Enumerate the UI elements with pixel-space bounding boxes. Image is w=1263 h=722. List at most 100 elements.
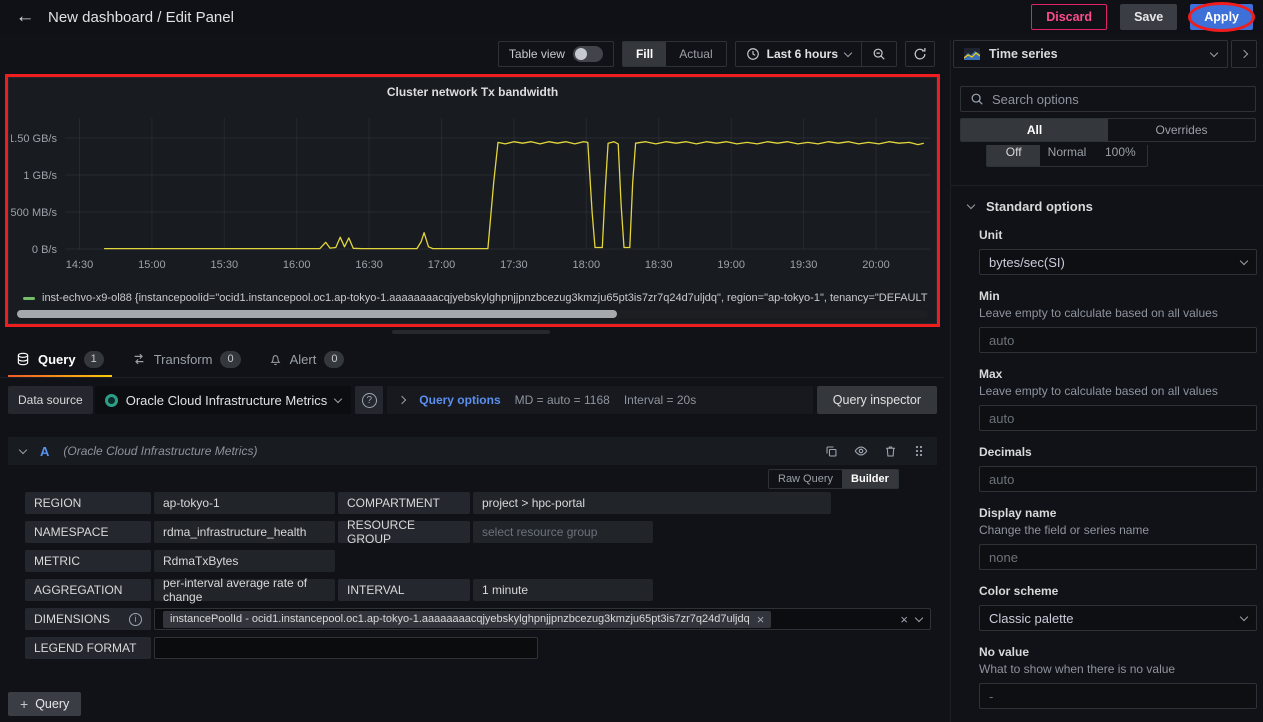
zoom-out-button[interactable]	[862, 42, 896, 66]
bell-icon	[269, 353, 282, 366]
option-off[interactable]: Off	[987, 145, 1040, 166]
panel-toolbar: Table view Fill Actual Last 6 hours	[0, 40, 944, 68]
tab-transform[interactable]: Transform 0	[132, 346, 241, 372]
query-count-badge: 1	[84, 351, 104, 368]
tab-query-label: Query	[38, 352, 76, 367]
chevron-down-icon	[1240, 612, 1248, 620]
display-name-field: Display name Change the field or series …	[979, 506, 1257, 570]
fill-actual-group: Fill Actual	[622, 41, 727, 67]
decimals-input[interactable]	[979, 466, 1257, 492]
display-name-description: Change the field or series name	[979, 523, 1257, 537]
time-range-label: Last 6 hours	[767, 47, 838, 61]
dimensions-label: DIMENSIONS i	[25, 608, 151, 630]
builder-option[interactable]: Builder	[842, 470, 898, 488]
query-row-header[interactable]: A (Oracle Cloud Infrastructure Metrics)	[8, 437, 937, 465]
pane-resize-handle[interactable]	[392, 330, 550, 334]
chart-panel: Cluster network Tx bandwidth 14:3015:001…	[8, 77, 937, 324]
query-options-toggle[interactable]: Query options	[419, 393, 500, 407]
delete-query-button[interactable]	[884, 445, 897, 458]
chart-legend[interactable]: inst-echvo-x9-ol88 {instancepoolid="ocid…	[23, 290, 928, 306]
timeseries-chart[interactable]: 14:3015:0015:3016:0016:3017:0017:3018:00…	[11, 108, 935, 280]
chevron-down-icon	[334, 394, 342, 402]
no-value-input[interactable]	[979, 683, 1257, 709]
top-bar: ← New dashboard / Edit Panel Discard Sav…	[0, 0, 1263, 34]
visualization-picker[interactable]: Time series	[953, 40, 1228, 68]
drag-query-handle[interactable]	[913, 445, 925, 457]
refresh-button[interactable]	[905, 41, 935, 67]
chart-title: Cluster network Tx bandwidth	[9, 78, 936, 106]
add-query-button[interactable]: + Query	[8, 692, 81, 716]
svg-text:17:00: 17:00	[428, 259, 456, 271]
clipped-option-control: Off Normal 100%	[986, 145, 1148, 167]
color-scheme-select[interactable]: Classic palette	[979, 605, 1257, 631]
resource-group-select[interactable]: select resource group	[473, 521, 653, 543]
actual-option[interactable]: Actual	[666, 42, 725, 66]
min-input[interactable]	[979, 327, 1257, 353]
back-arrow-icon[interactable]: ←	[10, 2, 40, 32]
raw-query-option[interactable]: Raw Query	[769, 470, 842, 488]
chevron-down-icon	[1240, 256, 1248, 264]
tab-query[interactable]: Query 1	[16, 346, 104, 372]
collapse-sidebar-button[interactable]	[1231, 40, 1257, 68]
legend-scrollbar[interactable]	[17, 310, 928, 318]
table-view-toggle[interactable]	[573, 46, 603, 62]
max-description: Leave empty to calculate based on all va…	[979, 384, 1257, 398]
min-field: Min Leave empty to calculate based on al…	[979, 289, 1257, 353]
collapse-chevron-icon[interactable]	[19, 445, 27, 453]
aggregation-select[interactable]: per-interval average rate of change	[154, 579, 335, 601]
dimension-tag-text: instancePoolId - ocid1.instancepool.oc1.…	[170, 613, 750, 625]
info-circle-icon[interactable]: i	[129, 613, 142, 626]
hide-query-button[interactable]	[854, 444, 868, 458]
datasource-picker[interactable]: Oracle Cloud Infrastructure Metrics	[95, 386, 352, 414]
legend-format-label: LEGEND FORMAT	[25, 637, 151, 659]
svg-text:19:30: 19:30	[790, 259, 818, 271]
options-filter-tabs: All Overrides	[960, 118, 1256, 142]
visualization-name: Time series	[989, 47, 1058, 61]
interval-value: Interval = 20s	[624, 393, 696, 407]
apply-button[interactable]: Apply	[1190, 4, 1253, 30]
remove-dimension-icon[interactable]: ×	[757, 613, 765, 626]
datasource-help-button[interactable]: ?	[355, 386, 383, 414]
option-normal[interactable]: Normal	[1040, 145, 1093, 166]
fill-option[interactable]: Fill	[623, 42, 666, 66]
svg-text:1 GB/s: 1 GB/s	[23, 170, 57, 182]
display-name-label: Display name	[979, 506, 1257, 520]
options-search-input[interactable]	[992, 92, 1246, 107]
unit-select[interactable]: bytes/sec(SI)	[979, 249, 1257, 275]
query-refid: A	[40, 444, 49, 459]
max-field: Max Leave empty to calculate based on al…	[979, 367, 1257, 431]
tab-overrides[interactable]: Overrides	[1108, 119, 1255, 141]
trash-icon	[884, 445, 897, 458]
query-inspector-button[interactable]: Query inspector	[817, 386, 937, 414]
options-search[interactable]	[960, 86, 1256, 112]
max-input[interactable]	[979, 405, 1257, 431]
standard-options-header[interactable]: Standard options	[951, 199, 1263, 214]
discard-button[interactable]: Discard	[1031, 4, 1107, 30]
svg-text:0 B/s: 0 B/s	[32, 244, 58, 256]
dimensions-select[interactable]: instancePoolId - ocid1.instancepool.oc1.…	[154, 608, 931, 630]
standard-options-title: Standard options	[986, 199, 1093, 214]
region-select[interactable]: ap-tokyo-1	[154, 492, 335, 514]
svg-text:1.50 GB/s: 1.50 GB/s	[11, 133, 57, 145]
display-name-input[interactable]	[979, 544, 1257, 570]
time-range-picker[interactable]: Last 6 hours	[736, 42, 861, 66]
option-100[interactable]: 100%	[1094, 145, 1147, 166]
table-view-group: Table view	[498, 41, 614, 67]
legend-series-label[interactable]: inst-echvo-x9-ol88 {instancepoolid="ocid…	[42, 292, 928, 304]
datasource-label: Data source	[8, 386, 93, 414]
legend-scrollbar-thumb[interactable]	[17, 310, 617, 318]
clear-dimensions-icon[interactable]: ×	[900, 613, 908, 626]
color-scheme-label: Color scheme	[979, 584, 1257, 598]
metric-select[interactable]: RdmaTxBytes	[154, 550, 335, 572]
tab-all[interactable]: All	[961, 119, 1108, 141]
chevron-right-icon	[1240, 50, 1248, 58]
compartment-label: COMPARTMENT	[338, 492, 470, 514]
namespace-label: NAMESPACE	[25, 521, 151, 543]
duplicate-query-button[interactable]	[825, 445, 838, 458]
interval-select[interactable]: 1 minute	[473, 579, 653, 601]
save-button[interactable]: Save	[1120, 4, 1177, 30]
legend-format-input[interactable]	[154, 637, 538, 659]
tab-alert[interactable]: Alert 0	[269, 346, 345, 372]
compartment-select[interactable]: project > hpc-portal	[473, 492, 831, 514]
namespace-select[interactable]: rdma_infrastructure_health	[154, 521, 335, 543]
